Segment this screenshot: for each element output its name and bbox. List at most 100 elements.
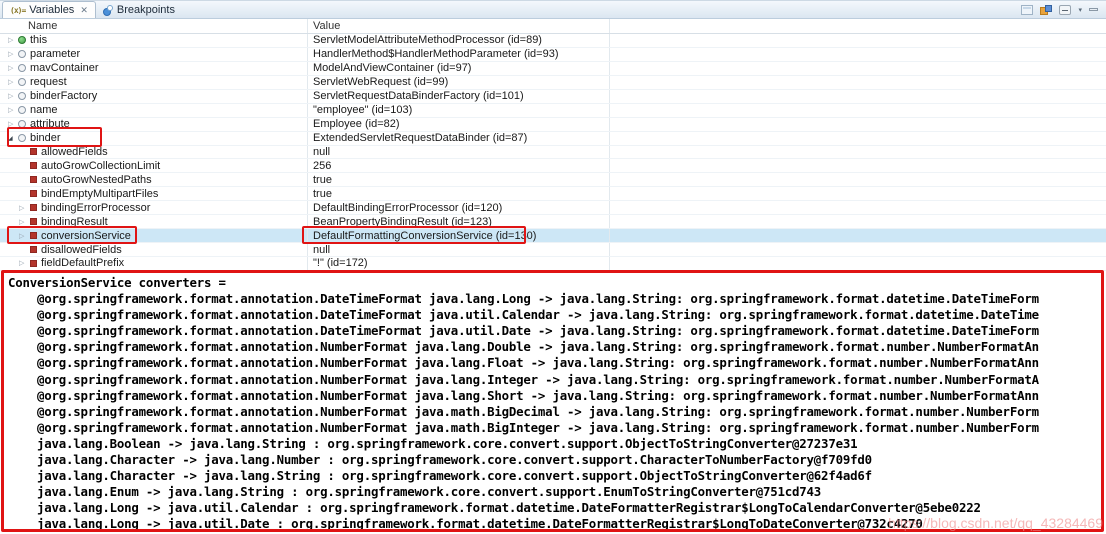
row-filler	[610, 132, 1106, 145]
detail-line: @org.springframework.format.annotation.N…	[8, 420, 1106, 436]
table-row[interactable]: ▷bindingErrorProcessorDefaultBindingErro…	[0, 201, 1106, 215]
table-row[interactable]: allowedFieldsnull	[0, 146, 1106, 160]
variable-value: ServletModelAttributeMethodProcessor (id…	[308, 34, 610, 47]
variables-icon: (x)=	[10, 6, 25, 15]
private-field-icon	[30, 260, 37, 267]
tab-variables[interactable]: (x)= Variables ✕	[2, 1, 96, 18]
table-row[interactable]: autoGrowNestedPathstrue	[0, 173, 1106, 187]
local-variable-icon	[18, 64, 26, 72]
row-filler	[610, 34, 1106, 47]
row-filler	[610, 215, 1106, 228]
variable-value: Employee (id=82)	[308, 118, 610, 131]
local-variable-icon	[18, 120, 26, 128]
local-variable-icon	[18, 106, 26, 114]
row-filler	[610, 243, 1106, 256]
private-field-icon	[30, 204, 37, 211]
row-filler	[610, 90, 1106, 103]
private-field-icon	[30, 190, 37, 197]
tree-expand-icon[interactable]: ▷	[8, 50, 18, 58]
detail-line: java.lang.Long -> java.util.Date : org.s…	[8, 516, 1106, 532]
tree-expand-icon[interactable]: ▷	[8, 120, 18, 128]
detail-line: @org.springframework.format.annotation.N…	[8, 388, 1106, 404]
detail-line: @org.springframework.format.annotation.N…	[8, 339, 1106, 355]
variable-name: autoGrowCollectionLimit	[41, 160, 160, 172]
row-filler	[610, 257, 1106, 270]
tab-breakpoints-label: Breakpoints	[117, 4, 175, 16]
tab-variables-label: Variables	[29, 4, 74, 16]
variable-value: HandlerMethod$HandlerMethodParameter (id…	[308, 48, 610, 61]
table-row[interactable]: disallowedFields null	[0, 243, 1106, 257]
tree-expand-icon[interactable]: ▷	[19, 204, 29, 212]
local-variable-icon	[18, 92, 26, 100]
table-row[interactable]: ◢binderExtendedServletRequestDataBinder …	[0, 132, 1106, 146]
table-row[interactable]: ▷bindingResultBeanPropertyBindingResult …	[0, 215, 1106, 229]
table-row[interactable]: ▷ this ServletModelAttributeMethodProcesso…	[0, 34, 1106, 48]
variable-name: attribute	[30, 118, 70, 130]
tree-expand-icon[interactable]: ▷	[8, 106, 18, 114]
close-icon[interactable]: ✕	[80, 5, 88, 16]
column-header-name[interactable]: Name	[0, 19, 308, 33]
variable-value: ModelAndViewContainer (id=97)	[308, 62, 610, 75]
table-row[interactable]: ▷ name "employee" (id=103)	[0, 104, 1106, 118]
detail-line: java.lang.Character -> java.lang.Number …	[8, 452, 1106, 468]
detail-line: java.lang.Character -> java.lang.String …	[8, 468, 1106, 484]
detail-pane[interactable]: ConversionService converters =@org.sprin…	[0, 271, 1106, 534]
row-filler	[610, 187, 1106, 200]
tree-expand-icon[interactable]: ▷	[8, 78, 18, 86]
row-filler	[610, 48, 1106, 61]
table-row[interactable]: autoGrowCollectionLimit256	[0, 159, 1106, 173]
table-row[interactable]: ▷parameterHandlerMethod$HandlerMethodPar…	[0, 48, 1106, 62]
tree-expand-icon[interactable]: ▷	[8, 36, 18, 44]
table-row[interactable]: bindEmptyMultipartFilestrue	[0, 187, 1106, 201]
variables-rows: ▷ this ServletModelAttributeMethodProcesso…	[0, 34, 1106, 271]
table-row[interactable]: ▷ attribute Employee (id=82)	[0, 118, 1106, 132]
detail-line: @org.springframework.format.annotation.N…	[8, 355, 1106, 371]
variable-name: bindingResult	[41, 216, 108, 228]
tree-expand-icon[interactable]: ▷	[19, 259, 29, 267]
row-filler	[610, 76, 1106, 89]
tree-collapse-icon[interactable]: ◢	[8, 135, 18, 142]
private-field-icon	[30, 246, 37, 253]
variable-value: "employee" (id=103)	[308, 104, 610, 117]
tree-expand-icon[interactable]: ▷	[19, 232, 29, 240]
show-logical-structure-icon[interactable]	[1040, 5, 1052, 15]
table-row[interactable]: ▷requestServletWebRequest (id=99)	[0, 76, 1106, 90]
table-row[interactable]: ▷fieldDefaultPrefix"!" (id=172)	[0, 257, 1106, 271]
table-row[interactable]: ▷binderFactoryServletRequestDataBinderFa…	[0, 90, 1106, 104]
breakpoints-icon	[103, 5, 113, 15]
variable-name: this	[30, 34, 47, 46]
variable-name: bindingErrorProcessor	[41, 202, 150, 214]
row-filler	[610, 62, 1106, 75]
tree-expand-icon[interactable]: ▷	[19, 218, 29, 226]
variables-view-window: (x)= Variables ✕ Breakpoints ▾ Name Valu…	[0, 0, 1106, 534]
private-field-icon	[30, 162, 37, 169]
variable-value: ServletRequestDataBinderFactory (id=101)	[308, 90, 610, 103]
tree-expand-icon[interactable]: ▷	[8, 64, 18, 72]
tree-expand-icon[interactable]: ▷	[8, 92, 18, 100]
column-header-value[interactable]: Value	[308, 19, 610, 33]
variable-name: binder	[30, 132, 61, 144]
row-filler	[610, 173, 1106, 186]
view-menu-icon[interactable]: ▾	[1078, 6, 1082, 14]
view-tab-bar: (x)= Variables ✕ Breakpoints ▾	[0, 1, 1106, 19]
table-header: Name Value	[0, 19, 1106, 34]
private-field-icon	[30, 176, 37, 183]
variable-value: true	[308, 173, 610, 186]
row-filler	[610, 201, 1106, 214]
variable-name: name	[30, 104, 58, 116]
variable-name: bindEmptyMultipartFiles	[41, 188, 158, 200]
detail-line: @org.springframework.format.annotation.D…	[8, 307, 1106, 323]
show-columns-icon[interactable]	[1021, 5, 1033, 15]
collapse-all-icon[interactable]	[1059, 5, 1071, 15]
minimize-icon[interactable]	[1089, 8, 1098, 11]
variable-value: "!" (id=172)	[308, 257, 610, 270]
table-row[interactable]: ▷mavContainerModelAndViewContainer (id=9…	[0, 62, 1106, 76]
variable-name: conversionService	[41, 230, 131, 242]
detail-line: @org.springframework.format.annotation.N…	[8, 372, 1106, 388]
variable-value: ServletWebRequest (id=99)	[308, 76, 610, 89]
variable-name: disallowedFields	[41, 244, 122, 256]
variable-value: null	[308, 243, 610, 256]
tab-breakpoints[interactable]: Breakpoints	[96, 1, 182, 18]
variable-value: DefaultFormattingConversionService (id=1…	[308, 229, 610, 242]
table-row[interactable]: ▷ conversionService DefaultFormattingConve…	[0, 229, 1106, 243]
